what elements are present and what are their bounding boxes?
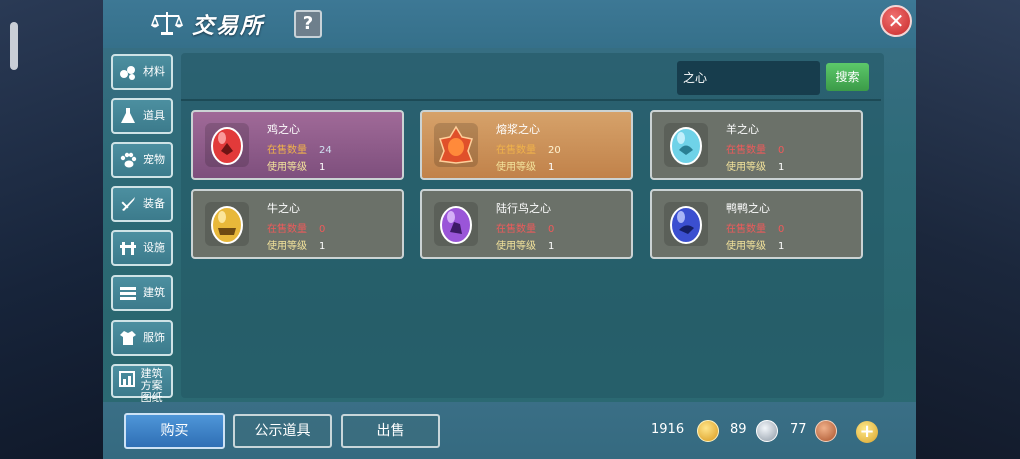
- silver-amount: 89: [730, 422, 747, 437]
- use-level-value: 1: [548, 162, 555, 173]
- page-title: 交易所: [192, 14, 265, 39]
- item-card-sheep-heart[interactable]: 羊之心 在售数量 0 使用等级 1: [650, 110, 863, 180]
- sidebar-item-label: 服饰: [143, 331, 165, 344]
- use-level-label: 使用等级: [726, 162, 766, 173]
- sidebar-item-label: 宠物: [143, 153, 165, 166]
- sidebar-item-label: 道具: [143, 109, 165, 122]
- on-sale-count: 0: [319, 224, 326, 235]
- on-sale-label: 在售数量: [496, 224, 536, 235]
- tab-buy[interactable]: 购买: [124, 413, 225, 449]
- divider: [181, 99, 881, 101]
- use-level-value: 1: [778, 162, 785, 173]
- sidebar-item-pets[interactable]: 宠物: [111, 142, 173, 178]
- sidebar-item-props[interactable]: 道具: [111, 98, 173, 134]
- fence-icon: [117, 237, 139, 259]
- use-level-label: 使用等级: [496, 162, 536, 173]
- on-sale-label: 在售数量: [496, 145, 536, 156]
- item-card-chocobo-heart[interactable]: 陆行鸟之心 在售数量 0 使用等级 1: [420, 189, 633, 259]
- gold-coin-icon: [697, 420, 719, 442]
- lava-heart-gem-icon: [434, 123, 478, 167]
- background-right: [916, 0, 1020, 459]
- sidebar-item-label: 材料: [143, 65, 165, 78]
- sidebar-item-buildings[interactable]: 建筑: [111, 275, 173, 311]
- sidebar-item-materials[interactable]: 材料: [111, 54, 173, 90]
- on-sale-label: 在售数量: [726, 145, 766, 156]
- on-sale-count: 0: [548, 224, 555, 235]
- on-sale-count: 0: [778, 145, 785, 156]
- help-button[interactable]: ?: [294, 10, 322, 38]
- use-level-value: 1: [319, 241, 326, 252]
- item-name: 熔浆之心: [496, 123, 540, 136]
- blueprint-icon: [117, 368, 137, 390]
- item-card-chicken-heart[interactable]: 鸡之心 在售数量 24 使用等级 1: [191, 110, 404, 180]
- sidebar-item-label: 装备: [143, 197, 165, 210]
- stones-icon: [117, 61, 139, 83]
- paw-icon: [117, 149, 139, 171]
- copper-coin-icon: [815, 420, 837, 442]
- sidebar-item-blueprints[interactable]: 建筑方案图纸: [111, 364, 173, 404]
- item-card-cow-heart[interactable]: 牛之心 在售数量 0 使用等级 1: [191, 189, 404, 259]
- wall-icon: [117, 282, 139, 304]
- on-sale-label: 在售数量: [267, 145, 307, 156]
- blue-heart-gem-icon: [664, 202, 708, 246]
- use-level-label: 使用等级: [726, 241, 766, 252]
- item-card-lava-heart[interactable]: 熔浆之心 在售数量 20 使用等级 1: [420, 110, 633, 180]
- side-handle[interactable]: [10, 22, 18, 70]
- use-level-value: 1: [778, 241, 785, 252]
- gold-amount: 1916: [651, 422, 685, 437]
- copper-amount: 77: [790, 422, 807, 437]
- item-name: 牛之心: [267, 202, 300, 215]
- item-card-duck-heart[interactable]: 鸭鸭之心 在售数量 0 使用等级 1: [650, 189, 863, 259]
- sidebar-item-equipment[interactable]: 装备: [111, 186, 173, 222]
- use-level-label: 使用等级: [267, 241, 307, 252]
- item-name: 鸭鸭之心: [726, 202, 770, 215]
- use-level-value: 1: [319, 162, 326, 173]
- on-sale-label: 在售数量: [267, 224, 307, 235]
- search-input[interactable]: 之心: [677, 61, 820, 95]
- cyan-heart-gem-icon: [664, 123, 708, 167]
- item-name: 陆行鸟之心: [496, 202, 551, 215]
- item-name: 鸡之心: [267, 123, 300, 136]
- flask-icon: [117, 105, 139, 127]
- tab-sell[interactable]: 出售: [341, 414, 440, 448]
- sidebar-item-facilities[interactable]: 设施: [111, 230, 173, 266]
- shirt-icon: [117, 327, 139, 349]
- on-sale-count: 20: [548, 145, 561, 156]
- red-heart-gem-icon: [205, 123, 249, 167]
- use-level-label: 使用等级: [496, 241, 536, 252]
- tab-public-items[interactable]: 公示道具: [233, 414, 332, 448]
- add-currency-icon[interactable]: +: [856, 421, 878, 443]
- yellow-heart-gem-icon: [205, 202, 249, 246]
- purple-heart-gem-icon: [434, 202, 478, 246]
- close-button[interactable]: ✕: [880, 5, 912, 37]
- silver-coin-icon: [756, 420, 778, 442]
- on-sale-count: 24: [319, 145, 332, 156]
- sidebar-item-clothing[interactable]: 服饰: [111, 320, 173, 356]
- item-name: 羊之心: [726, 123, 759, 136]
- search-button[interactable]: 搜索: [826, 63, 869, 91]
- sidebar-item-label: 建筑: [143, 286, 165, 299]
- on-sale-count: 0: [778, 224, 785, 235]
- on-sale-label: 在售数量: [726, 224, 766, 235]
- sword-icon: [117, 193, 139, 215]
- use-level-label: 使用等级: [267, 162, 307, 173]
- sidebar-item-label: 设施: [143, 241, 165, 254]
- sidebar-item-label: 建筑方案图纸: [140, 367, 163, 404]
- use-level-value: 1: [548, 241, 555, 252]
- scale-icon: [150, 12, 184, 35]
